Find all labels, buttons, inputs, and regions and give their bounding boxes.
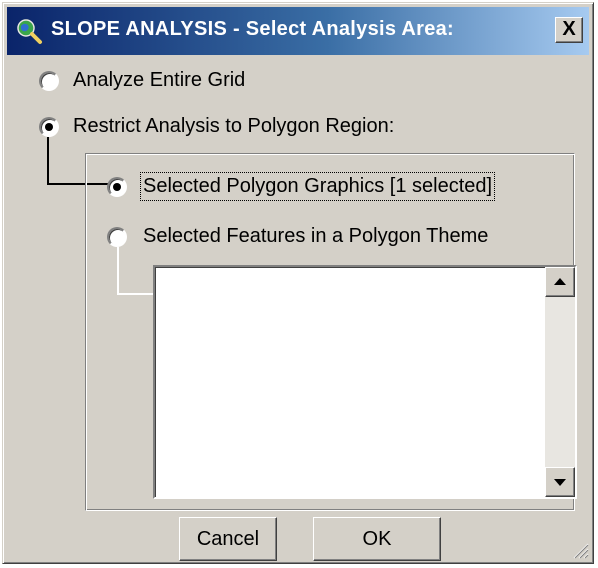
arrow-up-icon (554, 278, 566, 285)
resize-grip-icon[interactable] (571, 541, 589, 559)
scroll-down-button[interactable] (545, 467, 575, 497)
close-button[interactable]: X (555, 17, 583, 43)
dialog-title: SLOPE ANALYSIS - Select Analysis Area: (51, 18, 455, 40)
list-connector-line (117, 247, 155, 295)
polygon-graphics-radio[interactable] (107, 177, 127, 197)
title-bar[interactable]: SLOPE ANALYSIS - Select Analysis Area: X (7, 7, 589, 55)
list-scrollbar[interactable] (545, 267, 575, 497)
polygon-theme-radio[interactable] (107, 227, 127, 247)
arrow-down-icon (554, 479, 566, 486)
polygon-theme-label[interactable]: Selected Features in a Polygon Theme (143, 225, 488, 248)
polygon-theme-list[interactable] (153, 265, 577, 499)
entire-grid-label[interactable]: Analyze Entire Grid (73, 69, 245, 92)
slope-analysis-dialog: SLOPE ANALYSIS - Select Analysis Area: X… (2, 2, 594, 564)
ok-button[interactable]: OK (313, 517, 441, 561)
polygon-graphics-label[interactable]: Selected Polygon Graphics [1 selected] (139, 172, 496, 201)
cancel-button[interactable]: Cancel (179, 517, 277, 561)
restrict-polygon-label[interactable]: Restrict Analysis to Polygon Region: (73, 115, 394, 138)
magnifier-globe-icon (15, 17, 43, 45)
scroll-up-button[interactable] (545, 267, 575, 297)
entire-grid-radio[interactable] (39, 71, 59, 91)
restrict-polygon-radio[interactable] (39, 117, 59, 137)
